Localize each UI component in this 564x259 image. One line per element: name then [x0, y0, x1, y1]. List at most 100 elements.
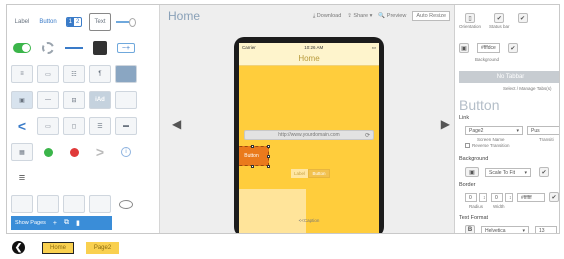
- pages-bar: ❮ Home Page2: [6, 238, 560, 258]
- image-widget[interactable]: [115, 65, 137, 83]
- show-pages-bar[interactable]: Show Pages + ⧉ ▮: [11, 216, 112, 230]
- grid-widget[interactable]: ▦: [11, 143, 33, 161]
- image-picker-icon[interactable]: ▣: [465, 167, 479, 177]
- tabbar-widget[interactable]: ▬: [115, 117, 137, 135]
- resize-handle[interactable]: [267, 155, 270, 158]
- green-dot-widget[interactable]: [37, 143, 59, 161]
- select-manage-tabs-link[interactable]: Select / Manage Tabs(s): [503, 86, 551, 91]
- border-radius-stepper[interactable]: ↕: [479, 193, 487, 202]
- light-block[interactable]: [239, 189, 306, 233]
- checkmark-icon[interactable]: ✔: [539, 167, 549, 177]
- disclosure-widget[interactable]: >: [89, 143, 111, 161]
- misc-widget-1[interactable]: [11, 195, 33, 213]
- segment-a[interactable]: Label: [291, 169, 308, 178]
- border-width-stepper[interactable]: ↕: [505, 193, 513, 202]
- search-bar-widget[interactable]: ⊟: [63, 91, 85, 109]
- scale-mode-select[interactable]: Scale To Fit ▾: [485, 168, 531, 177]
- widget-palette: Label Button 12 Text −+ ≡ ▭ ☷ ¶ ▣ — ⊟ iA…: [7, 5, 160, 233]
- table-view-widget[interactable]: ≡: [11, 65, 33, 83]
- info-widget[interactable]: i: [115, 143, 137, 161]
- link-transition-select[interactable]: Pus: [527, 126, 559, 135]
- font-select[interactable]: Helvetica ▾: [481, 226, 529, 234]
- background-image-icon[interactable]: ▣: [459, 43, 469, 53]
- misc-widget-2[interactable]: [37, 195, 59, 213]
- border-color-field[interactable]: #ffffff: [517, 193, 545, 202]
- delete-page-icon[interactable]: ▮: [76, 219, 80, 227]
- bold-icon[interactable]: B: [465, 225, 475, 233]
- chevron-down-icon: ▾: [522, 227, 525, 234]
- border-radius-field[interactable]: 0: [465, 193, 477, 202]
- border-section-label: Border: [459, 182, 476, 188]
- palette-row-8: [11, 195, 137, 213]
- checkmark-icon[interactable]: ✔: [549, 192, 559, 202]
- link-page-select[interactable]: Page2 ▾: [465, 126, 523, 135]
- resize-handle[interactable]: [267, 145, 270, 148]
- picker-widget[interactable]: ☷: [63, 65, 85, 83]
- segment-b[interactable]: Button: [308, 169, 330, 178]
- design-canvas: Home ⤓ Download ⇪ Share ▾ 🔍 Preview Auto…: [160, 5, 454, 233]
- menu-widget[interactable]: ≡: [11, 169, 33, 187]
- misc-widget-4[interactable]: [89, 195, 111, 213]
- no-tabbar-button[interactable]: No Tabbar: [459, 71, 559, 83]
- label-widget[interactable]: Label: [11, 13, 33, 31]
- duplicate-page-icon[interactable]: ⧉: [64, 219, 69, 227]
- background-color-field[interactable]: #fffdce: [477, 43, 500, 53]
- page-chip-page2[interactable]: Page2: [86, 242, 119, 254]
- phone-navbar[interactable]: Home: [239, 52, 379, 66]
- border-width-field[interactable]: 0: [491, 193, 503, 202]
- preview-button[interactable]: 🔍 Preview: [378, 13, 406, 19]
- back-icon[interactable]: ❮: [12, 241, 25, 254]
- orientation-control[interactable]: ▯ Orientation: [459, 13, 481, 29]
- previous-page-arrow[interactable]: ◀: [172, 117, 181, 131]
- back-button-widget[interactable]: <: [11, 117, 33, 135]
- resize-handle[interactable]: [267, 165, 270, 168]
- checkmark-icon: ✔: [494, 13, 505, 23]
- reload-icon[interactable]: ⟳: [365, 132, 370, 139]
- segmented-widget[interactable]: 12: [63, 13, 85, 31]
- iad-widget[interactable]: iAd: [89, 91, 111, 109]
- phone-mockup: Carrier 10:26 AM ▭ Home http://www.yourd…: [234, 37, 384, 233]
- slider-icon: [116, 21, 129, 23]
- red-dot-widget[interactable]: [63, 143, 85, 161]
- mini-segment[interactable]: Label Button: [291, 169, 330, 178]
- download-button[interactable]: ⤓ Download: [313, 13, 341, 20]
- page-chip-home[interactable]: Home: [42, 242, 74, 254]
- resize-mode-select[interactable]: Auto Resize: [412, 11, 450, 21]
- canvas-title: Home: [168, 9, 201, 23]
- activity-indicator-widget[interactable]: [37, 39, 59, 57]
- misc-widget-3[interactable]: [63, 195, 85, 213]
- map-widget[interactable]: ▣: [11, 91, 33, 109]
- phone-icon: ▯: [465, 13, 475, 23]
- navbar-widget[interactable]: ▭: [37, 117, 59, 135]
- extra-control[interactable]: ✔: [517, 13, 528, 29]
- next-page-arrow[interactable]: ▶: [441, 117, 450, 131]
- font-size-field[interactable]: 13: [535, 226, 557, 233]
- container-widget[interactable]: ◻: [63, 117, 85, 135]
- resize-handle[interactable]: [251, 165, 254, 168]
- checkmark-icon[interactable]: ✔: [507, 43, 518, 53]
- reverse-transition-checkbox[interactable]: Reverse Transition: [465, 143, 510, 149]
- text-widget[interactable]: Text: [89, 13, 111, 31]
- list-widget[interactable]: ☰: [89, 117, 111, 135]
- image-view-widget[interactable]: [89, 39, 111, 57]
- stepper-widget[interactable]: −+: [115, 39, 137, 57]
- toolbar-widget[interactable]: —: [37, 91, 59, 109]
- page-background[interactable]: http://www.yourdomain.com ⟳ Label Button…: [239, 66, 379, 233]
- transition-label: Transiti: [539, 137, 554, 142]
- selected-button-element[interactable]: Button: [239, 146, 269, 166]
- table-cell-widget[interactable]: ▭: [37, 65, 59, 83]
- button-widget[interactable]: Button: [37, 13, 59, 31]
- add-page-icon[interactable]: +: [53, 220, 57, 227]
- text-view-widget[interactable]: ¶: [89, 65, 111, 83]
- url-bar[interactable]: http://www.yourdomain.com ⟳: [244, 130, 374, 140]
- status-bar-control[interactable]: ✔ Status bar: [489, 13, 510, 29]
- share-button[interactable]: ⇪ Share ▾: [347, 13, 372, 19]
- view-widget[interactable]: [115, 91, 137, 109]
- resize-handle[interactable]: [251, 145, 254, 148]
- progress-widget[interactable]: [63, 39, 85, 57]
- oval-widget[interactable]: [115, 195, 137, 213]
- slider-widget[interactable]: [115, 13, 137, 31]
- switch-widget[interactable]: [11, 39, 33, 57]
- stepper-icon: −+: [117, 43, 135, 53]
- dark-image-icon: [93, 41, 107, 55]
